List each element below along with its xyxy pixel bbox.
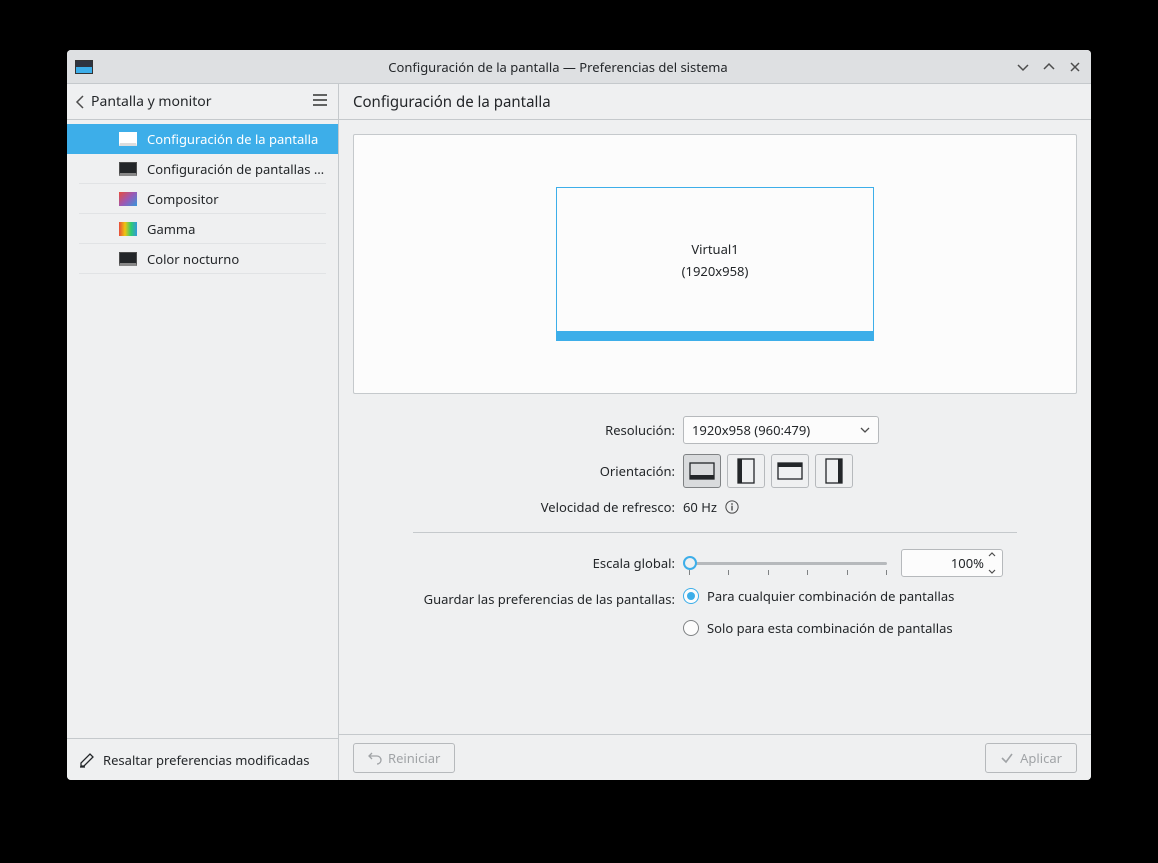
orientation-label: Orientación: xyxy=(353,462,683,480)
sidebar-item-compositor[interactable]: Compositor xyxy=(79,184,326,214)
app-icon xyxy=(75,60,93,74)
pencil-icon xyxy=(79,752,95,768)
display-box[interactable]: Virtual1 (1920x958) xyxy=(556,187,874,341)
orientation-portrait-left-button[interactable] xyxy=(727,454,765,488)
sidebar-item-display-config[interactable]: Configuración de la pantalla xyxy=(67,124,338,154)
landscape-flipped-icon xyxy=(777,462,803,480)
orientation-landscape-button[interactable] xyxy=(683,454,721,488)
main-panel: Configuración de la pantalla Virtual1 (1… xyxy=(339,84,1091,780)
check-icon xyxy=(1000,751,1014,765)
reset-label: Reiniciar xyxy=(388,749,440,767)
highlight-modified-button[interactable]: Resaltar preferencias modificadas xyxy=(67,738,338,780)
scale-slider[interactable] xyxy=(683,553,893,573)
chevron-down-icon[interactable] xyxy=(988,569,996,574)
sidebar: Pantalla y monitor Configuración de la p… xyxy=(67,84,339,780)
chevron-down-icon xyxy=(860,427,870,433)
maximize-button[interactable] xyxy=(1041,59,1057,75)
portrait-right-icon xyxy=(825,458,843,484)
sidebar-item-label: Gamma xyxy=(147,220,195,238)
back-button[interactable]: Pantalla y monitor xyxy=(75,92,212,111)
back-label: Pantalla y monitor xyxy=(91,92,212,111)
close-button[interactable] xyxy=(1067,59,1083,75)
monitor-icon xyxy=(119,132,137,146)
radio-this-combination[interactable] xyxy=(683,620,699,636)
radio-any-combination[interactable] xyxy=(683,588,699,604)
settings-window: Configuración de la pantalla — Preferenc… xyxy=(67,50,1091,780)
chevron-up-icon[interactable] xyxy=(988,552,996,557)
reset-button[interactable]: Reiniciar xyxy=(353,743,455,773)
scale-label: Escala global: xyxy=(353,554,683,572)
window-title: Configuración de la pantalla — Preferenc… xyxy=(101,58,1015,76)
monitor-icon xyxy=(119,162,137,176)
refresh-label: Velocidad de refresco: xyxy=(353,498,683,516)
resolution-label: Resolución: xyxy=(353,421,683,439)
page-title: Configuración de la pantalla xyxy=(339,84,1091,120)
orientation-landscape-flipped-button[interactable] xyxy=(771,454,809,488)
sidebar-item-label: Configuración de pantallas p... xyxy=(147,160,326,178)
gamma-icon xyxy=(119,222,137,236)
resolution-combo[interactable]: 1920x958 (960:479) xyxy=(683,416,879,444)
hamburger-menu-button[interactable] xyxy=(312,93,328,111)
resolution-value: 1920x958 (960:479) xyxy=(692,421,810,439)
scale-value: 100% xyxy=(951,554,984,572)
compositor-icon xyxy=(119,192,137,206)
sidebar-item-label: Configuración de la pantalla xyxy=(147,130,318,148)
slider-handle[interactable] xyxy=(683,556,697,570)
sidebar-item-label: Compositor xyxy=(147,190,219,208)
separator xyxy=(413,532,1017,533)
radio-label-any: Para cualquier combinación de pantallas xyxy=(707,587,954,605)
save-prefs-label: Guardar las preferencias de las pantalla… xyxy=(353,587,683,608)
orientation-portrait-right-button[interactable] xyxy=(815,454,853,488)
monitor-icon xyxy=(119,252,137,266)
sidebar-item-gamma[interactable]: Gamma xyxy=(79,214,326,244)
landscape-icon xyxy=(689,462,715,480)
sidebar-item-label: Color nocturno xyxy=(147,250,239,268)
highlight-modified-label: Resaltar preferencias modificadas xyxy=(103,751,309,769)
portrait-left-icon xyxy=(737,458,755,484)
radio-label-this: Solo para esta combinación de pantallas xyxy=(707,619,953,637)
info-icon[interactable] xyxy=(725,500,739,514)
scale-spinbox[interactable]: 100% xyxy=(901,549,1003,577)
sidebar-item-multi-display[interactable]: Configuración de pantallas p... xyxy=(79,154,326,184)
chevron-left-icon xyxy=(75,94,85,110)
undo-icon xyxy=(368,751,382,765)
refresh-value: 60 Hz xyxy=(683,498,717,516)
sidebar-item-night-color[interactable]: Color nocturno xyxy=(79,244,326,274)
display-resolution: (1920x958) xyxy=(682,262,749,280)
minimize-button[interactable] xyxy=(1015,59,1031,75)
apply-label: Aplicar xyxy=(1020,749,1062,767)
apply-button[interactable]: Aplicar xyxy=(985,743,1077,773)
titlebar: Configuración de la pantalla — Preferenc… xyxy=(67,50,1091,84)
display-name: Virtual1 xyxy=(691,240,738,258)
display-preview: Virtual1 (1920x958) xyxy=(353,134,1077,394)
